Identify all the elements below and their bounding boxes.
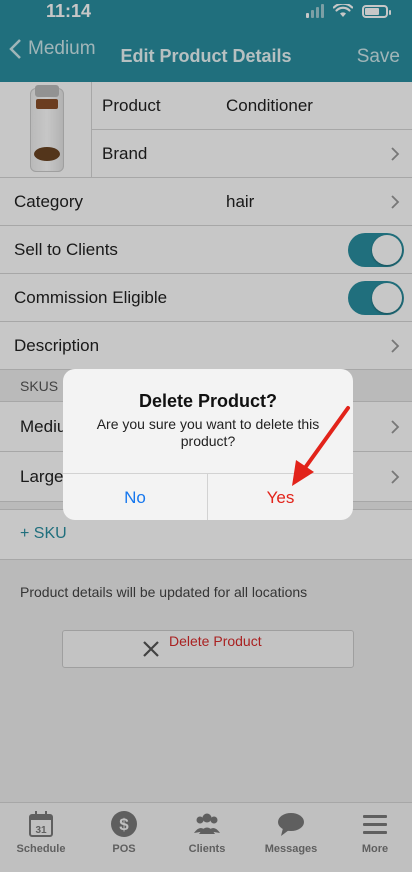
no-button[interactable]: No [63,474,208,520]
annotation-arrow-icon [292,406,350,486]
